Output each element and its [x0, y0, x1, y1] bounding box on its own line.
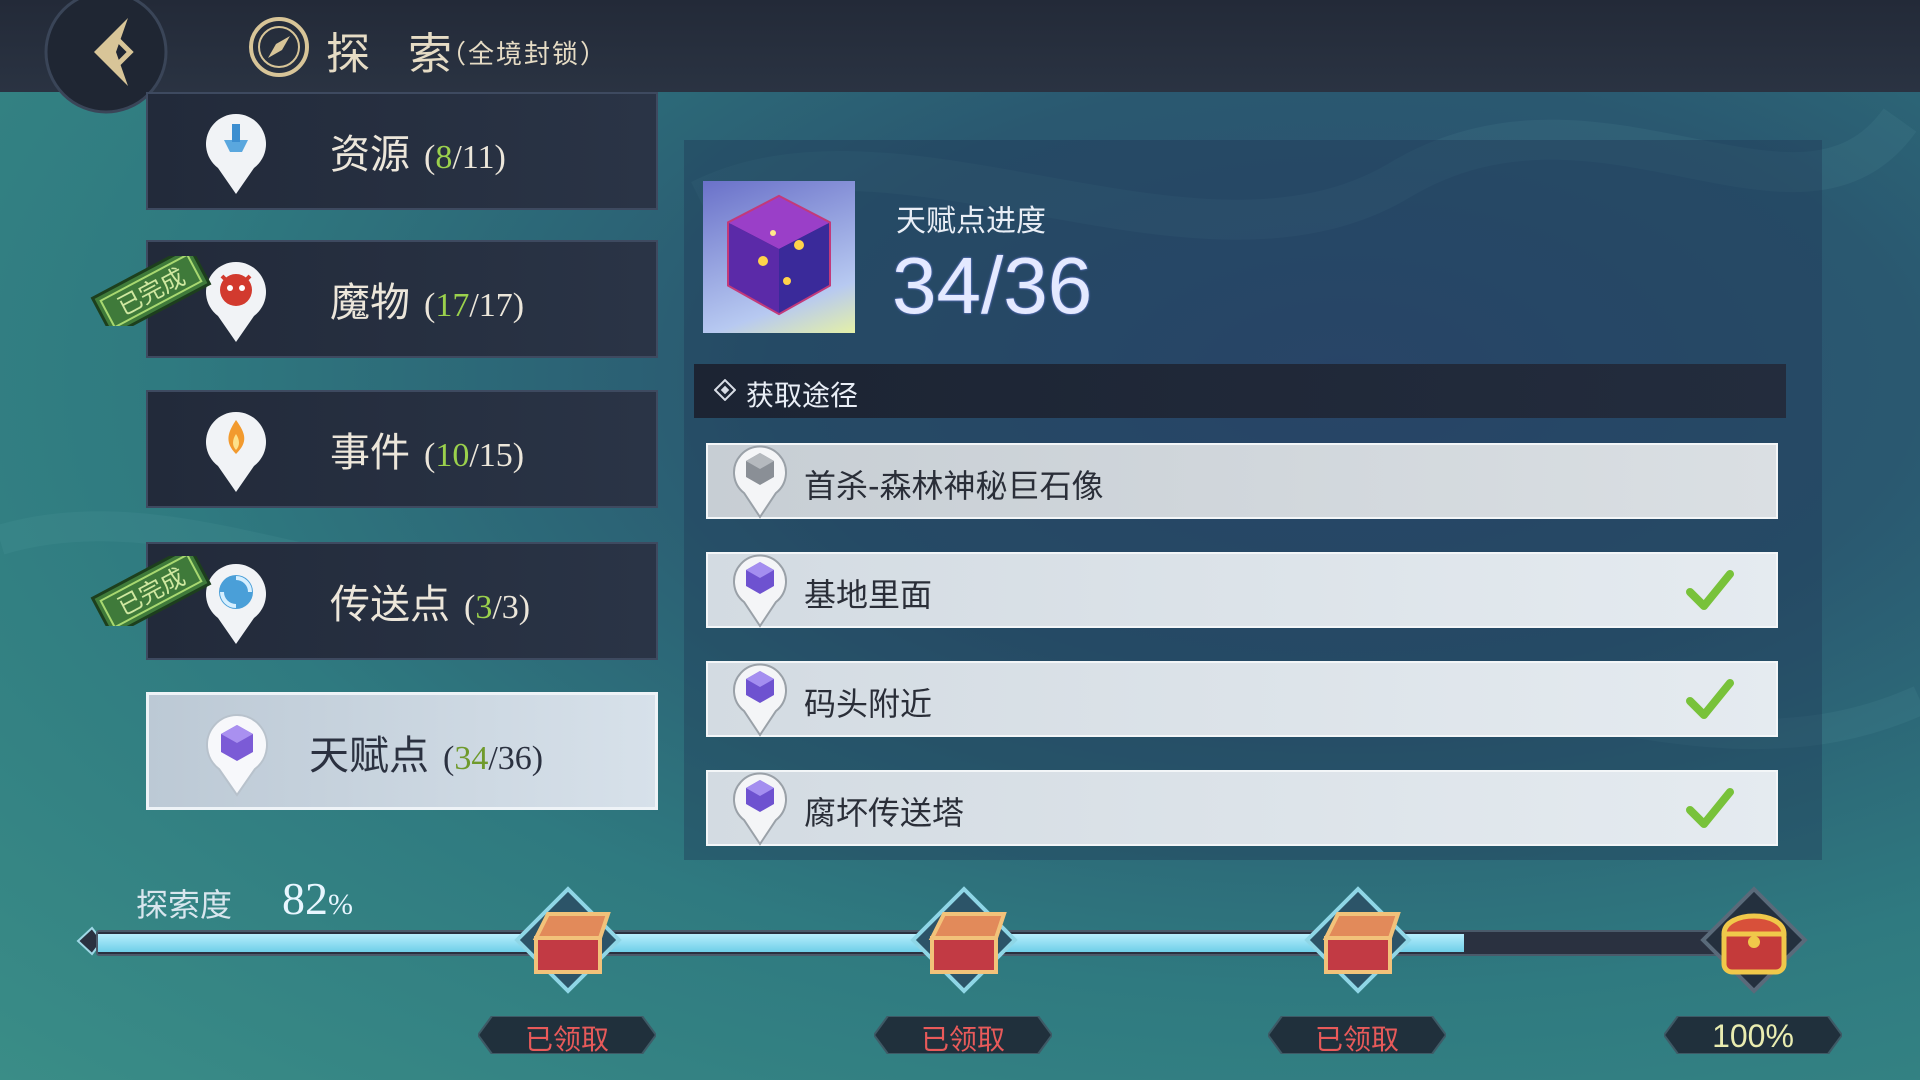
way-item[interactable]: 基地里面 — [706, 552, 1778, 628]
talent-pin-icon — [733, 445, 787, 519]
category-total: 17 — [478, 287, 513, 324]
category-label: 传送点 — [330, 582, 450, 628]
completed-stamp: 已完成 — [90, 256, 212, 326]
exploration-label: 探索度 — [136, 886, 233, 924]
way-label: 码头附近 — [804, 685, 933, 723]
talent-cube-frame — [703, 181, 855, 333]
category-monsters[interactable]: 魔物 (17/17) — [146, 240, 658, 358]
category-done: 8 — [435, 139, 453, 176]
reward-label: 100% — [1712, 1018, 1794, 1054]
talent-pin-icon — [733, 663, 787, 737]
category-done: 10 — [435, 437, 470, 474]
talent-pin-icon — [733, 554, 787, 628]
reward-status: 100% — [1662, 1015, 1844, 1055]
talent-pin-icon — [733, 772, 787, 846]
page-subtitle: （全境封锁） — [440, 40, 609, 70]
exploration-fill — [98, 934, 1465, 952]
way-item[interactable]: 码头附近 — [706, 661, 1778, 737]
exploration-value: 82% — [282, 872, 353, 925]
completed-stamp: 已完成 — [90, 556, 212, 626]
category-label: 资源 — [330, 132, 410, 178]
diamond-icon — [714, 379, 736, 401]
event-pin-icon — [206, 412, 266, 492]
reward-status: 已领取 — [1266, 1015, 1448, 1056]
way-label: 首杀-森林神秘巨石像 — [804, 467, 1104, 505]
talent-progress-label: 天赋点进度 — [896, 204, 1046, 239]
category-done: 3 — [475, 589, 493, 626]
reward-label: 已领取 — [1314, 1023, 1399, 1056]
reward-label: 已领取 — [920, 1023, 1005, 1056]
category-teleports[interactable]: 传送点 (3/3) — [146, 542, 658, 660]
way-label: 基地里面 — [804, 576, 933, 614]
category-total: 3 — [501, 589, 519, 626]
talent-pin-icon — [206, 714, 268, 797]
category-events[interactable]: 事件 (10/15) — [146, 390, 658, 508]
category-label: 事件 — [330, 430, 410, 476]
compass-icon — [249, 17, 309, 77]
chest-icon[interactable] — [1694, 880, 1814, 1000]
category-total: 36 — [497, 740, 532, 777]
category-done: 17 — [435, 287, 470, 324]
category-label: 魔物 — [330, 280, 410, 326]
category-total: 15 — [478, 437, 513, 474]
category-resources[interactable]: 资源 (8/11) — [146, 92, 658, 210]
category-total: 11 — [461, 139, 495, 176]
check-icon — [1686, 570, 1734, 610]
talent-cube-icon — [727, 194, 831, 316]
chest-icon[interactable] — [904, 880, 1024, 1000]
chest-icon[interactable] — [1298, 880, 1418, 1000]
resource-pin-icon — [206, 114, 266, 194]
check-icon — [1686, 788, 1734, 828]
way-item[interactable]: 腐坏传送塔 — [706, 770, 1778, 846]
exploration-unit: % — [328, 888, 353, 921]
way-label: 腐坏传送塔 — [804, 794, 965, 832]
reward-status: 已领取 — [872, 1015, 1054, 1056]
exploration-number: 82 — [282, 873, 328, 924]
category-talents[interactable]: 天赋点 (34/36) — [146, 692, 658, 810]
reward-status: 已领取 — [476, 1015, 658, 1056]
chest-icon[interactable] — [508, 880, 628, 1000]
talent-progress-value: 34/36 — [892, 241, 1093, 330]
way-item[interactable]: 首杀-森林神秘巨石像 — [706, 443, 1778, 519]
category-done: 34 — [454, 740, 489, 777]
check-icon — [1686, 679, 1734, 719]
ways-header: 获取途径 — [694, 364, 1786, 418]
ways-header-label: 获取途径 — [746, 379, 859, 412]
category-label: 天赋点 — [309, 733, 429, 779]
reward-label: 已领取 — [524, 1023, 609, 1056]
